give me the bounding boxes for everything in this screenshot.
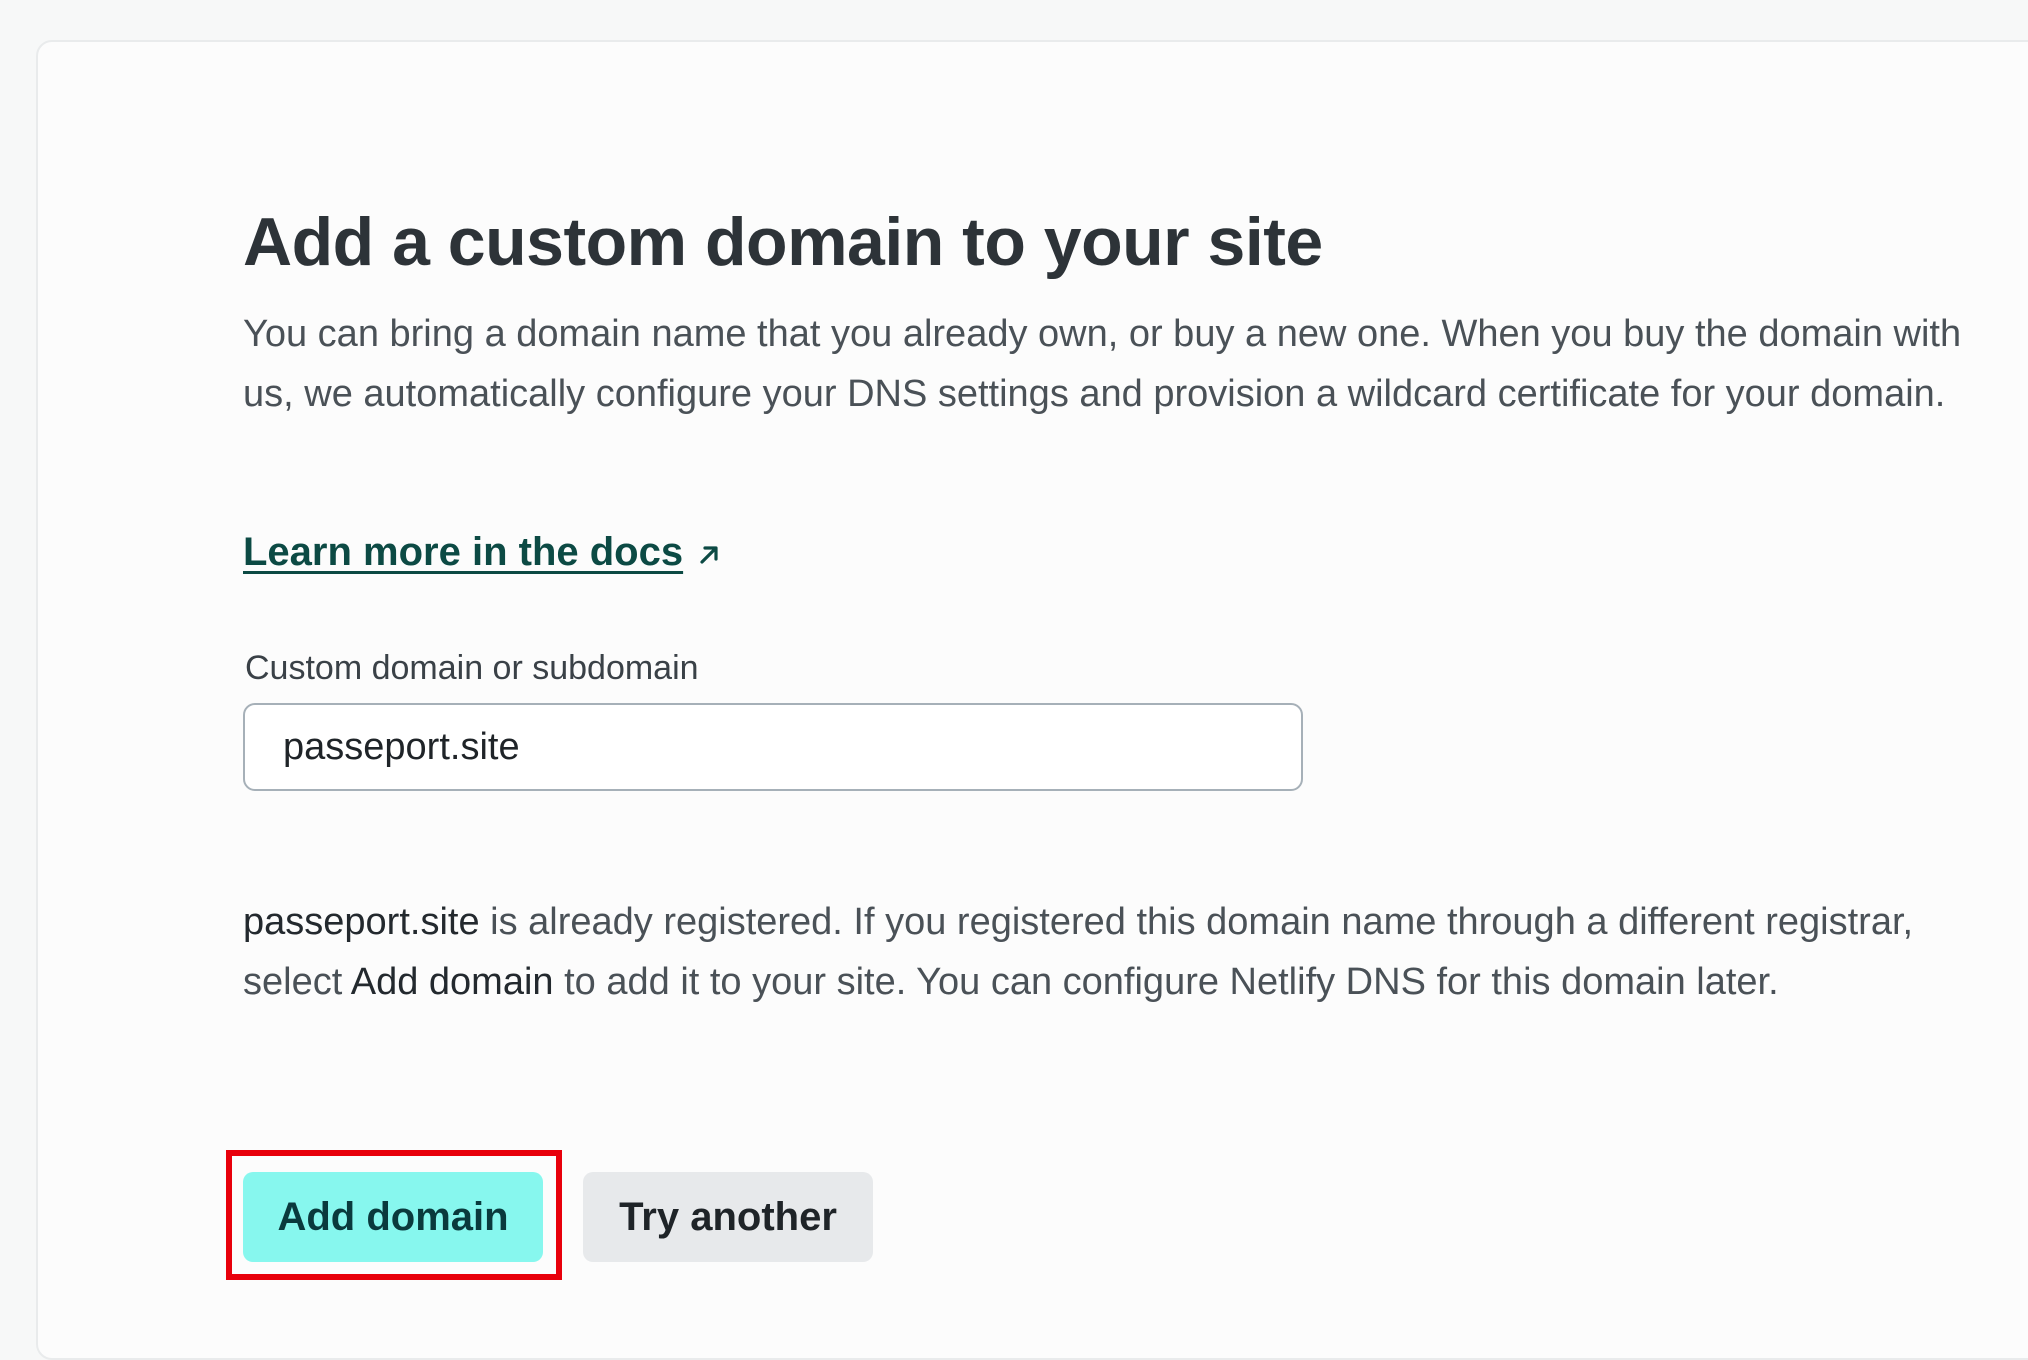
docs-link-label: Learn more in the docs [243, 530, 684, 574]
message-part2: to add it to your site. You can configur… [553, 961, 1779, 1003]
page-title: Add a custom domain to your site [243, 204, 1323, 280]
message-domain: passeport.site [243, 901, 480, 943]
learn-more-docs-link[interactable]: Learn more in the docs [243, 524, 721, 582]
custom-domain-label: Custom domain or subdomain [245, 649, 699, 687]
custom-domain-input[interactable] [243, 703, 1303, 791]
message-action: Add domain [350, 961, 554, 1003]
external-arrow-icon [697, 526, 721, 582]
try-another-button[interactable]: Try another [583, 1172, 873, 1262]
add-domain-button[interactable]: Add domain [243, 1172, 543, 1262]
page-description: You can bring a domain name that you alr… [243, 313, 1962, 415]
registered-message: passeport.site is already registered. If… [243, 892, 1963, 1012]
